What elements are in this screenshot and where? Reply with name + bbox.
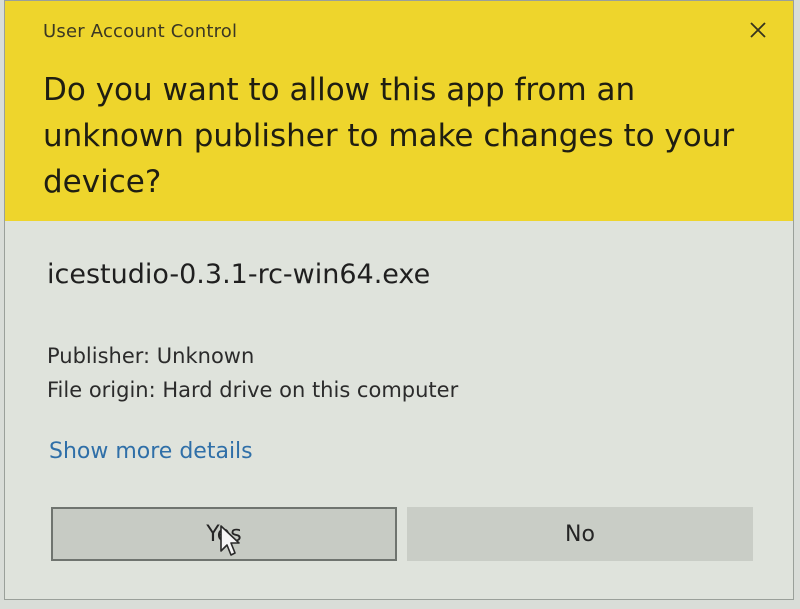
app-file-name: icestudio-0.3.1-rc-win64.exe (47, 259, 431, 290)
close-icon (750, 22, 766, 38)
prompt-question: Do you want to allow this app from an un… (43, 72, 735, 200)
publisher-info: Publisher: Unknown File origin: Hard dri… (47, 339, 458, 407)
file-origin-line: File origin: Hard drive on this computer (47, 378, 459, 402)
show-more-details-link[interactable]: Show more details (49, 439, 253, 464)
yes-button[interactable]: Yes (51, 507, 397, 561)
no-button[interactable]: No (407, 507, 753, 561)
publisher-line: Publisher: Unknown (47, 344, 255, 368)
dialog-header: User Account Control Do you want to allo… (5, 1, 793, 221)
close-button[interactable] (743, 15, 773, 45)
dialog-title: User Account Control (43, 21, 238, 42)
uac-dialog: User Account Control Do you want to allo… (4, 0, 794, 600)
